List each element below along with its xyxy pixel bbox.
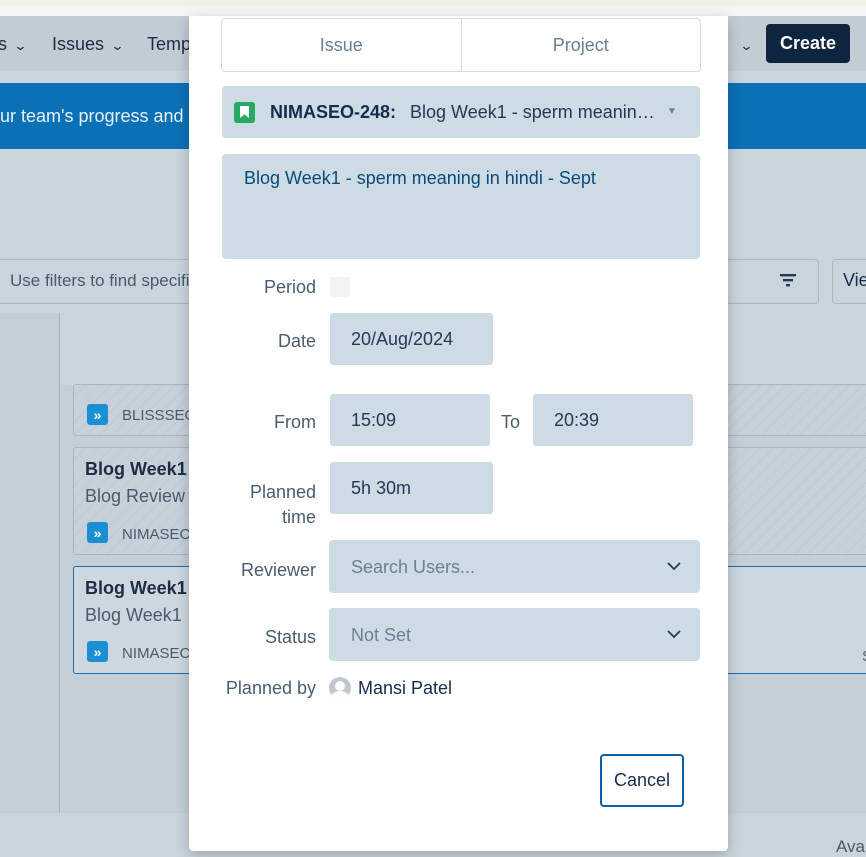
create-button[interactable]: Create bbox=[766, 24, 850, 63]
filter-icon[interactable] bbox=[778, 270, 798, 290]
planner-name: Mansi Patel bbox=[358, 678, 453, 698]
date-label: Date bbox=[277, 331, 316, 351]
planned-time-field[interactable]: 5h 30m bbox=[330, 462, 493, 514]
planned-time-label: Planned time bbox=[249, 482, 316, 527]
nav-item-templates[interactable]: Temp bbox=[147, 34, 191, 55]
reviewer-placeholder: Search Users... bbox=[351, 557, 476, 577]
planned-time-value: 5h 30m bbox=[351, 478, 412, 498]
card-subtitle: Blog Review bbox=[85, 486, 186, 506]
chevron-down-icon bbox=[667, 630, 681, 639]
status-select[interactable]: Not Set bbox=[329, 608, 700, 661]
chevron-down-icon: ⌄ bbox=[739, 38, 754, 53]
nav-item-projects[interactable]: s ⌄ bbox=[0, 34, 28, 55]
banner-text: ur team's progress and bbox=[0, 106, 184, 126]
card-title: Blog Week1 bbox=[85, 578, 187, 598]
to-label: To bbox=[501, 412, 521, 432]
cancel-button[interactable]: Cancel bbox=[600, 754, 684, 807]
card-key: NIMASEO bbox=[122, 526, 192, 543]
reviewer-label: Reviewer bbox=[240, 560, 316, 580]
story-icon: » bbox=[87, 404, 108, 425]
planned-by-label: Planned by bbox=[225, 678, 316, 698]
period-checkbox[interactable] bbox=[330, 277, 350, 297]
caret-down-icon: ▼ bbox=[667, 106, 677, 117]
plan-dialog: Issue Project NIMASEO-248: Blog Week1 - … bbox=[189, 16, 728, 851]
to-time-field[interactable]: 20:39 bbox=[533, 394, 693, 446]
date-field[interactable]: 20/Aug/2024 bbox=[330, 313, 493, 365]
nav-item-issues[interactable]: Issues ⌄ bbox=[52, 34, 125, 55]
board-side-text: S bbox=[862, 648, 866, 665]
card-key: NIMASEO bbox=[122, 645, 192, 662]
reviewer-select[interactable]: Search Users... bbox=[329, 540, 700, 593]
issue-key: NIMASEO-248: bbox=[270, 102, 397, 122]
chevron-down-icon: ⌄ bbox=[110, 38, 125, 53]
card-title: Blog Week1 bbox=[85, 459, 187, 479]
description-field[interactable]: Blog Week1 - sperm meaning in hindi - Se… bbox=[222, 154, 700, 259]
top-strip-secondary bbox=[0, 6, 866, 16]
from-time-field[interactable]: 15:09 bbox=[330, 394, 490, 446]
user-avatar bbox=[329, 677, 351, 699]
board-column-divider bbox=[59, 313, 60, 813]
tab-issue[interactable]: Issue bbox=[222, 19, 461, 71]
nav-item-more[interactable]: ⌄ bbox=[733, 34, 754, 55]
issue-summary: Blog Week1 - sperm meaning in hindi - Se… bbox=[410, 102, 660, 122]
nav-item-label: Temp bbox=[147, 34, 192, 54]
story-icon: » bbox=[87, 641, 108, 662]
card-key: BLISSSEO bbox=[122, 407, 197, 424]
period-label: Period bbox=[263, 277, 316, 297]
filter-placeholder: Use filters to find specifi bbox=[10, 271, 190, 290]
bookmark-icon bbox=[234, 102, 255, 123]
status-label: Status bbox=[264, 627, 316, 647]
tab-project[interactable]: Project bbox=[460, 19, 701, 71]
chevron-down-icon: ⌄ bbox=[13, 38, 28, 53]
from-label: From bbox=[274, 412, 316, 432]
from-time-value: 15:09 bbox=[351, 410, 397, 430]
card-subtitle: Blog Week1 bbox=[85, 605, 182, 625]
chevron-down-icon bbox=[667, 562, 681, 571]
issue-select[interactable]: NIMASEO-248: Blog Week1 - sperm meaning … bbox=[222, 86, 700, 138]
description-text: Blog Week1 - sperm meaning in hindi - Se… bbox=[244, 168, 596, 188]
status-value: Not Set bbox=[351, 625, 412, 645]
story-icon: » bbox=[87, 522, 108, 543]
date-value: 20/Aug/2024 bbox=[351, 329, 454, 349]
to-time-value: 20:39 bbox=[554, 410, 600, 430]
board-footer-text: Ava bbox=[836, 837, 865, 856]
view-button-label: Vie bbox=[843, 270, 866, 290]
nav-item-label: Issues bbox=[52, 34, 105, 54]
tab-bar: Issue Project bbox=[221, 18, 701, 72]
nav-item-label: s bbox=[0, 34, 7, 54]
